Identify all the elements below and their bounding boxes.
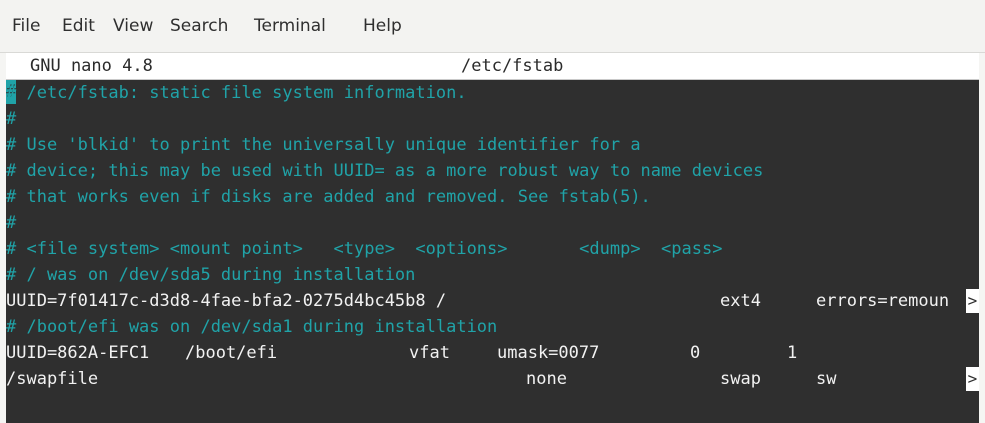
- nano-title-bar: GNU nano 4.8 /etc/fstab: [6, 53, 979, 80]
- menu-view[interactable]: View: [109, 12, 157, 40]
- entry-uuid: UUID=7f01417c-d3d8-4fae-bfa2-0275d4bc45b…: [6, 291, 447, 311]
- menu-search[interactable]: Search: [166, 12, 232, 40]
- nano-version: GNU nano 4.8: [30, 56, 153, 76]
- fstab-comment-line: # device; this may be used with UUID= as…: [6, 161, 764, 181]
- entry-options: errors=remoun: [816, 291, 950, 311]
- entry-options: sw: [816, 369, 837, 389]
- fstab-comment-line: # / was on /dev/sda5 during installation: [6, 265, 416, 285]
- fstab-comment-line: # that works even if disks are added and…: [6, 187, 651, 207]
- fstab-comment-line: # /etc/fstab: static file system informa…: [6, 83, 467, 103]
- menu-help[interactable]: Help: [359, 12, 406, 40]
- fstab-comment-line: #: [6, 213, 17, 233]
- entry-options: umask=0077: [497, 343, 600, 363]
- terminal-window: File Edit View Search Terminal Help GNU …: [0, 0, 985, 423]
- entry-filesystem: /swapfile: [6, 369, 99, 389]
- menu-terminal[interactable]: Terminal: [250, 12, 330, 40]
- entry-mount-point: /boot/efi: [185, 343, 278, 363]
- line-overflow-marker: >: [966, 289, 979, 313]
- fstab-comment-line: # Use 'blkid' to print the universally u…: [6, 135, 641, 155]
- terminal-content[interactable]: GNU nano 4.8 /etc/fstab # # /etc/fstab: …: [6, 53, 979, 423]
- entry-pass: 1: [787, 343, 798, 363]
- entry-type: swap: [720, 369, 761, 389]
- nano-filename: /etc/fstab: [461, 56, 564, 76]
- entry-uuid: UUID=862A-EFC1: [6, 343, 150, 363]
- entry-dump: 0: [690, 343, 701, 363]
- fstab-entry-root: UUID=7f01417c-d3d8-4fae-bfa2-0275d4bc45b…: [6, 288, 979, 314]
- entry-mount-point: none: [526, 369, 567, 389]
- line-overflow-marker: >: [966, 367, 979, 391]
- fstab-entry-efi: UUID=862A-EFC1 /boot/efi vfat umask=0077…: [6, 340, 979, 366]
- menu-file[interactable]: File: [8, 12, 44, 40]
- fstab-comment-line: # /boot/efi was on /dev/sda1 during inst…: [6, 317, 498, 337]
- entry-type: vfat: [409, 343, 450, 363]
- menu-bar: File Edit View Search Terminal Help: [0, 0, 985, 53]
- menu-edit[interactable]: Edit: [58, 12, 99, 40]
- fstab-entry-swap: /swapfile none swap sw >: [6, 366, 979, 392]
- fstab-header-comment: # <file system> <mount point> <type> <op…: [6, 239, 723, 259]
- entry-type: ext4: [720, 291, 761, 311]
- fstab-comment-line: #: [6, 109, 17, 129]
